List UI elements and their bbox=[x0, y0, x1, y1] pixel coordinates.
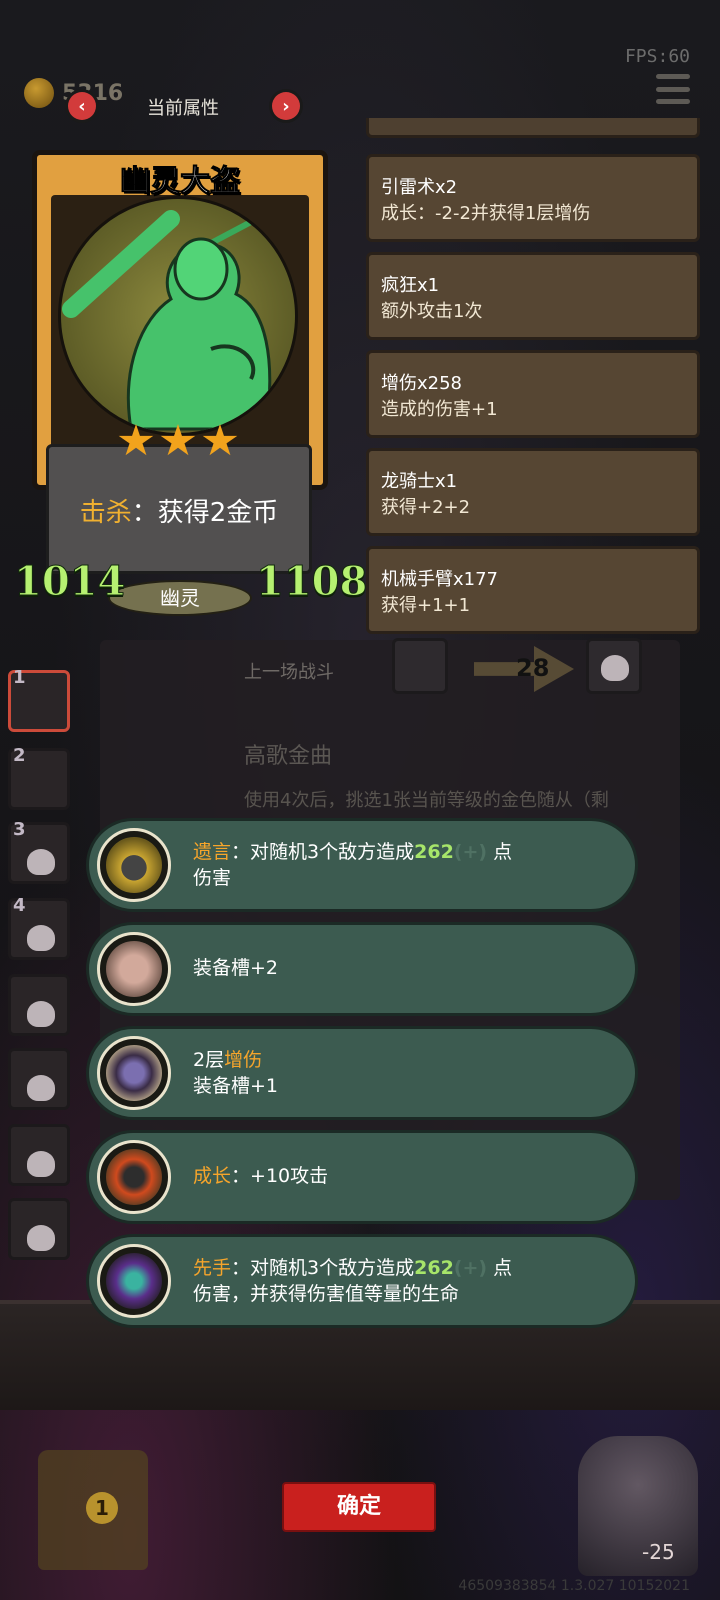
kill-effect-text: 获得2金币 bbox=[157, 498, 279, 528]
roster-slot[interactable]: 3 bbox=[8, 819, 70, 884]
buff-title: 龙骑士x1 bbox=[381, 471, 458, 492]
chest-count: 1 bbox=[86, 1492, 118, 1524]
next-arrow-button[interactable]: › bbox=[272, 92, 300, 120]
health-stat: 1108 bbox=[255, 558, 368, 606]
star-icon bbox=[160, 424, 196, 456]
kill-separator: ： bbox=[131, 498, 158, 528]
skull-icon bbox=[27, 1225, 55, 1251]
buff-item: 疯狂x1 额外攻击1次 bbox=[366, 252, 700, 340]
spell-title: 高歌金曲 bbox=[244, 744, 333, 769]
kill-effect: 击杀：获得2金币 bbox=[46, 492, 312, 529]
star-icon bbox=[118, 424, 154, 456]
last-battle-damage: 28 bbox=[516, 654, 550, 682]
buff-title: 引雷术x2 bbox=[381, 177, 458, 198]
panel-title: 当前属性 bbox=[147, 98, 219, 119]
ability-text: 先手：对随机3个敌方造成262(+) 点 伤害，并获得伤害值等量的生命 bbox=[193, 1257, 513, 1305]
buff-item: 龙骑士x1 获得+2+2 bbox=[366, 448, 700, 536]
buff-desc: 额外攻击1次 bbox=[381, 301, 483, 322]
buff-desc: 获得+1+1 bbox=[381, 595, 471, 616]
roster-slot[interactable] bbox=[8, 1124, 70, 1186]
attack-stat: 1014 bbox=[13, 558, 126, 606]
roster-slot[interactable] bbox=[8, 1198, 70, 1260]
ability-row-equip-slot: 装备槽+2 bbox=[86, 922, 638, 1016]
roster-slot[interactable]: 1 bbox=[8, 667, 70, 732]
buff-desc: 获得+2+2 bbox=[381, 497, 471, 518]
fps-counter: FPS:60 bbox=[624, 46, 690, 67]
menu-icon[interactable] bbox=[656, 74, 690, 104]
buff-title: 机械手臂x177 bbox=[381, 569, 499, 590]
pig-icon bbox=[97, 932, 171, 1006]
card-name: 幽灵大盗 bbox=[120, 164, 241, 200]
buff-item: 机械手臂x177 获得+1+1 bbox=[366, 546, 700, 634]
ability-text: 2层增伤 装备槽+1 bbox=[193, 1049, 279, 1097]
buff-item: 引雷术x2 成长：-2-2并获得1层增伤 bbox=[366, 154, 700, 242]
skull-icon bbox=[27, 1075, 55, 1101]
skull-icon bbox=[27, 1151, 55, 1177]
axe-icon bbox=[97, 1140, 171, 1214]
tribe-badge: 幽灵 bbox=[108, 580, 252, 616]
spell-description: 使用4次后，挑选1张当前等级的金色随从（剩 bbox=[244, 790, 609, 811]
ability-text: 装备槽+2 bbox=[193, 957, 279, 979]
buff-item-clipped bbox=[366, 118, 700, 138]
bomb-icon bbox=[97, 828, 171, 902]
hero-health: -25 bbox=[642, 1540, 675, 1564]
last-battle-attacker bbox=[392, 638, 448, 694]
ability-row-damage-boost: 2层增伤 装备槽+1 bbox=[86, 1026, 638, 1120]
dagger-icon bbox=[97, 1244, 171, 1318]
star-icon bbox=[202, 424, 238, 456]
skull-icon bbox=[27, 849, 55, 875]
skull-icon bbox=[27, 1001, 55, 1027]
kill-keyword: 击杀 bbox=[79, 498, 132, 528]
ghost-thief-portrait bbox=[58, 196, 298, 436]
skull-icon bbox=[601, 655, 629, 681]
hero-portrait[interactable] bbox=[578, 1436, 698, 1576]
buff-title: 增伤x258 bbox=[381, 373, 463, 394]
confirm-button[interactable]: 确定 bbox=[282, 1482, 436, 1532]
gauntlet-icon bbox=[97, 1036, 171, 1110]
buff-title: 疯狂x1 bbox=[381, 275, 440, 296]
slot-number: 2 bbox=[13, 745, 26, 766]
coin-icon bbox=[24, 78, 54, 108]
slot-number: 3 bbox=[13, 819, 26, 840]
roster-slot[interactable] bbox=[8, 1048, 70, 1110]
star-rating bbox=[118, 424, 238, 458]
slot-number: 4 bbox=[13, 895, 26, 916]
last-battle-target bbox=[586, 638, 642, 694]
prev-arrow-button[interactable]: ‹ bbox=[68, 92, 96, 120]
skull-icon bbox=[27, 925, 55, 951]
buff-desc: 成长：-2-2并获得1层增伤 bbox=[381, 203, 591, 224]
roster-slot[interactable] bbox=[8, 974, 70, 1036]
version-string: 46509383854 1.3.027 10152021 bbox=[458, 1578, 690, 1594]
ability-row-first-strike: 先手：对随机3个敌方造成262(+) 点 伤害，并获得伤害值等量的生命 bbox=[86, 1234, 638, 1328]
last-battle-label: 上一场战斗 bbox=[244, 662, 334, 683]
ability-row-deathrattle: 遗言：对随机3个敌方造成262(+) 点 伤害 bbox=[86, 818, 638, 912]
ability-text: 遗言：对随机3个敌方造成262(+) 点 伤害 bbox=[193, 841, 513, 889]
buff-item: 增伤x258 造成的伤害+1 bbox=[366, 350, 700, 438]
buff-desc: 造成的伤害+1 bbox=[381, 399, 498, 420]
roster-slot[interactable]: 4 bbox=[8, 895, 70, 960]
buff-list[interactable]: 引雷术x2 成长：-2-2并获得1层增伤 疯狂x1 额外攻击1次 增伤x258 … bbox=[366, 118, 700, 642]
ability-text: 成长：+10攻击 bbox=[193, 1165, 329, 1187]
ghost-thief-figure bbox=[62, 210, 272, 431]
roster-slot[interactable]: 2 bbox=[8, 745, 70, 810]
slot-number: 1 bbox=[13, 667, 26, 688]
ability-row-growth: 成长：+10攻击 bbox=[86, 1130, 638, 1224]
